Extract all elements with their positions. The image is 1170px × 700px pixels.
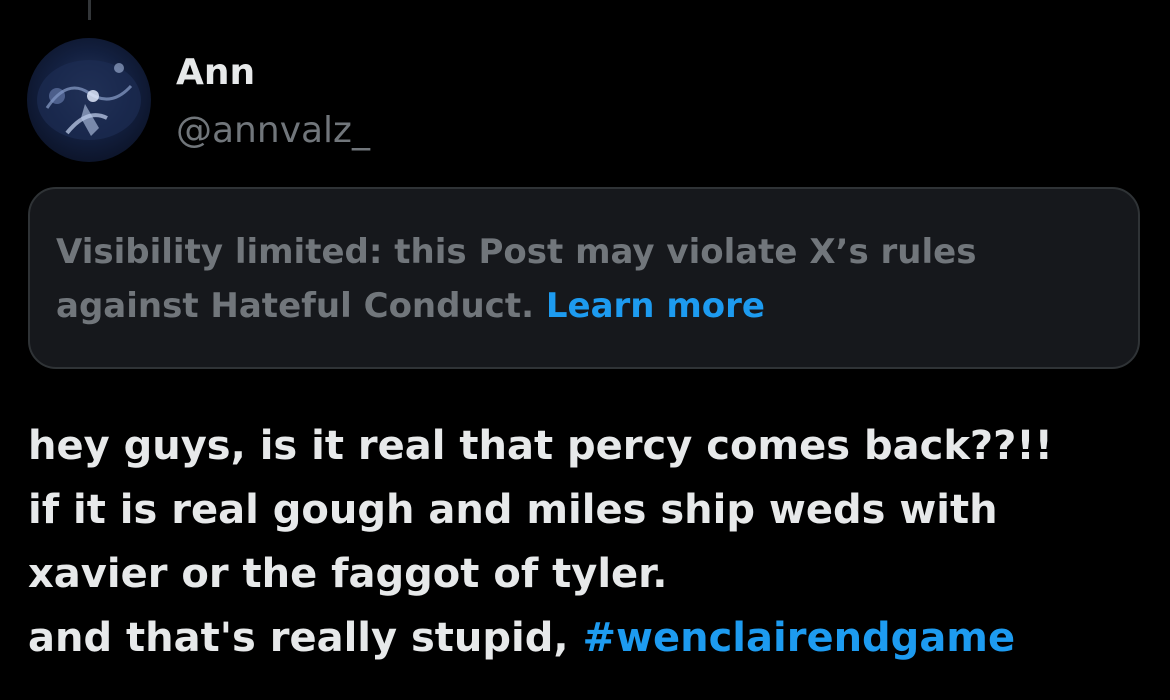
post-line-3: xavier or the faggot of tyler. xyxy=(28,551,668,597)
post-line-4-text: and that's really stupid, xyxy=(28,615,569,661)
post-line-4: and that's really stupid, #wenclairendga… xyxy=(28,606,1148,670)
hashtag-link[interactable]: #wenclairendgame xyxy=(583,615,1016,661)
notice-message: Visibility limited: this Post may violat… xyxy=(56,225,1112,333)
post-line-2: if it is real gough and miles ship weds … xyxy=(28,487,998,533)
notice-text: Visibility limited: this Post may violat… xyxy=(56,232,977,326)
avatar[interactable] xyxy=(27,38,151,162)
user-handle[interactable]: @annvalz_ xyxy=(176,108,370,154)
learn-more-link[interactable]: Learn more xyxy=(546,286,765,326)
thread-connector-line xyxy=(88,0,91,20)
visibility-limited-notice: Visibility limited: this Post may violat… xyxy=(28,187,1140,369)
post-line-1: hey guys, is it real that percy comes ba… xyxy=(28,423,1053,469)
display-name[interactable]: Ann xyxy=(176,50,255,96)
post-text: hey guys, is it real that percy comes ba… xyxy=(28,414,1148,670)
avatar-image xyxy=(37,60,141,140)
